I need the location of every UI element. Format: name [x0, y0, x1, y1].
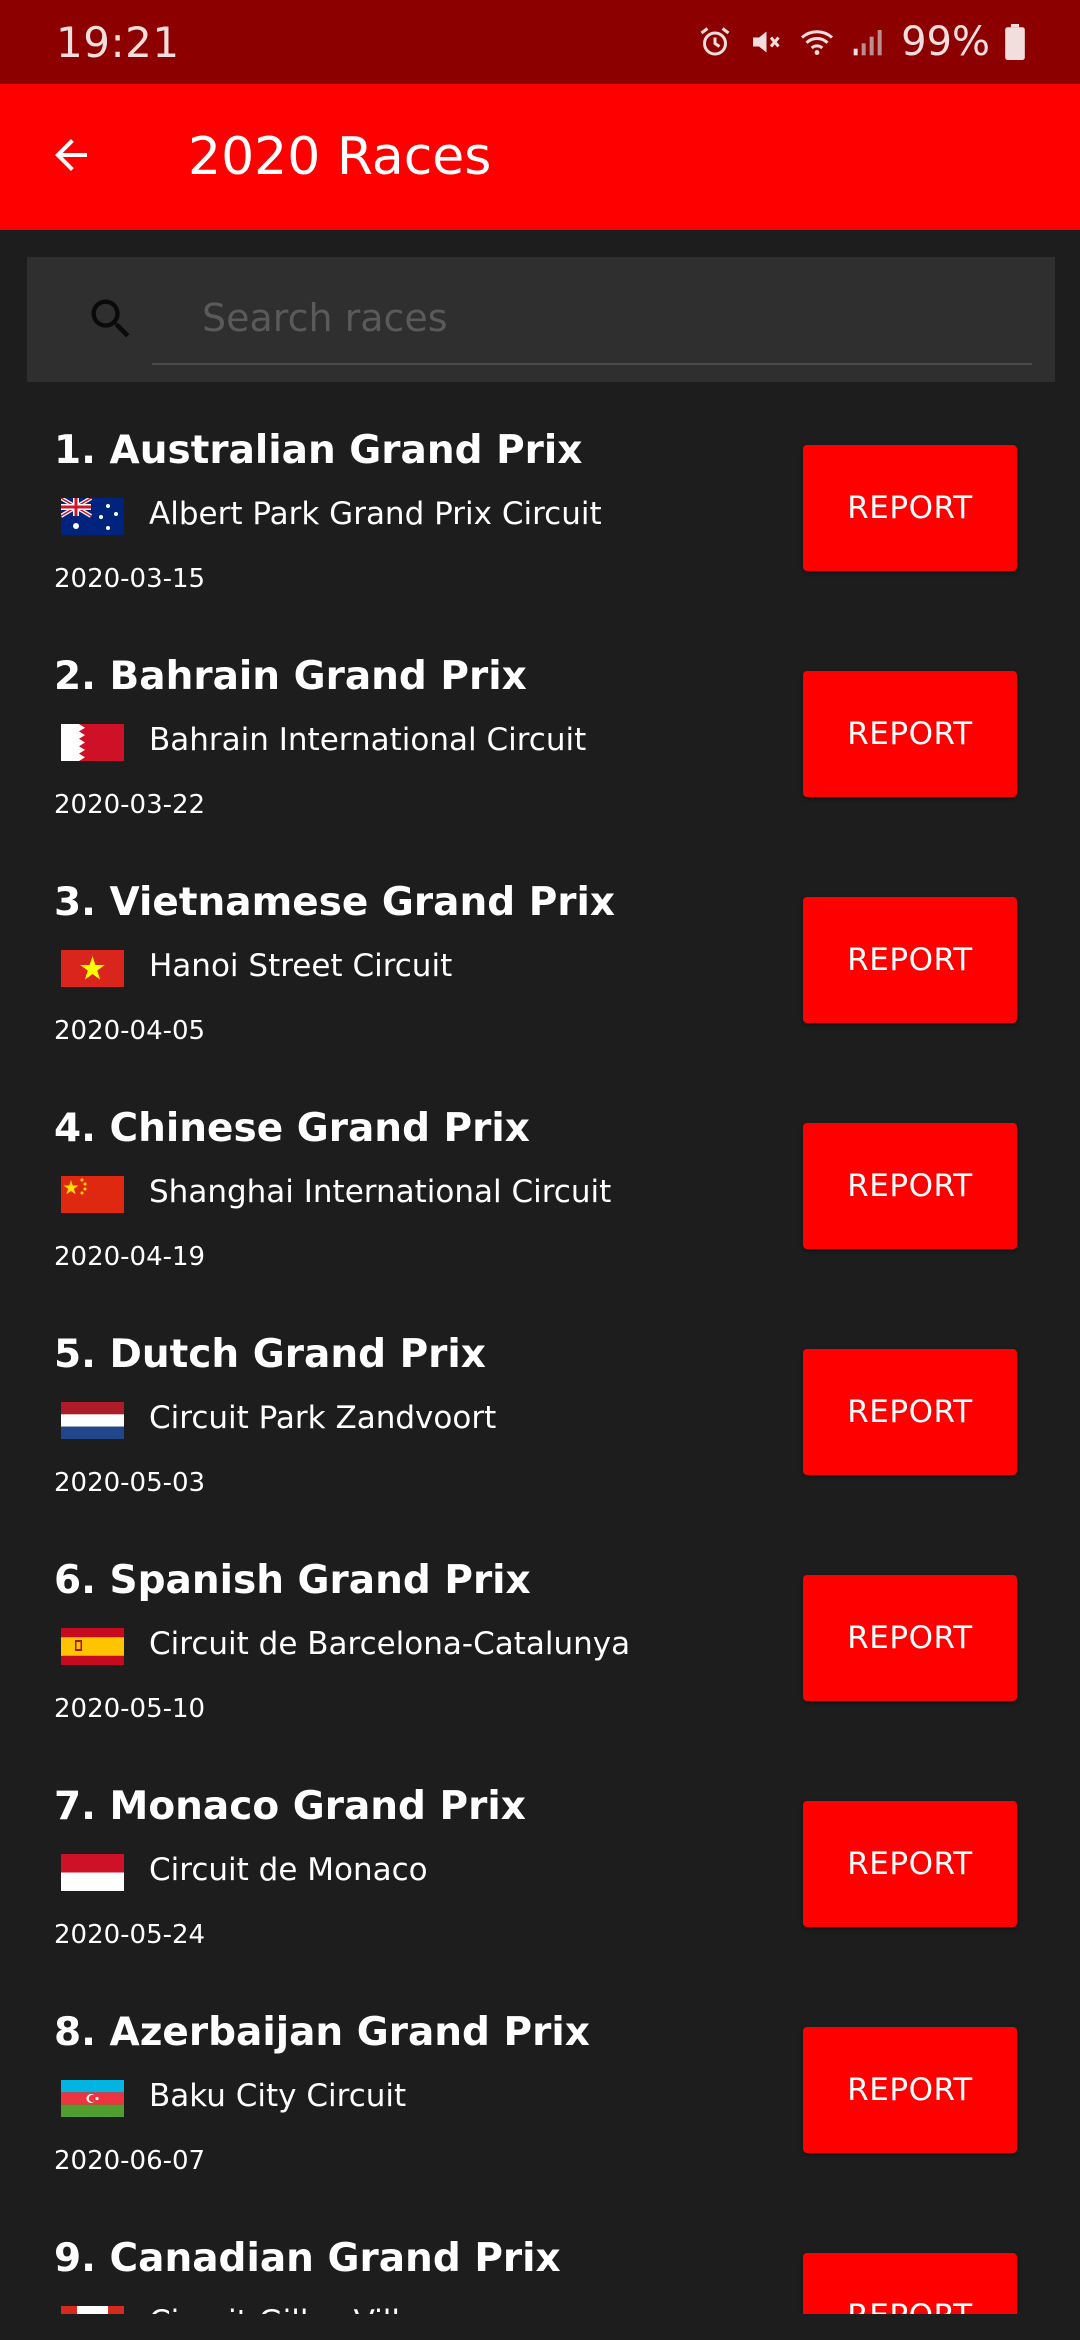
race-date: 2020-06-07 — [54, 2146, 206, 2176]
race-item: 7. Monaco Grand Prix Circuit de Monaco 2… — [0, 1756, 1080, 1982]
race-name: 5. Dutch Grand Prix — [54, 1332, 486, 1377]
status-bar: 19:21 99% — [0, 0, 1080, 84]
race-item: 8. Azerbaijan Grand Prix Baku City Circu… — [0, 1982, 1080, 2208]
race-circuit: Bahrain International Circuit — [149, 722, 587, 758]
battery-percent: 99% — [901, 19, 990, 65]
back-button[interactable] — [0, 84, 142, 230]
race-circuit: Hanoi Street Circuit — [149, 948, 453, 984]
arrow-back-icon — [47, 131, 95, 183]
report-button[interactable]: REPORT — [803, 1575, 1017, 1701]
report-button[interactable]: REPORT — [803, 1349, 1017, 1475]
netherlands-flag-icon — [61, 1402, 124, 1439]
search-input[interactable] — [152, 273, 1032, 365]
race-date: 2020-04-19 — [54, 1242, 206, 1272]
race-name: 7. Monaco Grand Prix — [54, 1784, 526, 1829]
race-item: 9. Canadian Grand Prix Circuit Gilles Vi… — [0, 2208, 1080, 2314]
report-button[interactable]: REPORT — [803, 671, 1017, 797]
report-button[interactable]: REPORT — [803, 2253, 1017, 2314]
race-circuit: Circuit Gilles Villeneuve — [149, 2304, 515, 2314]
mute-icon — [747, 24, 783, 60]
bahrain-flag-icon — [61, 724, 124, 761]
alarm-icon — [697, 24, 733, 60]
report-button[interactable]: REPORT — [803, 897, 1017, 1023]
search-icon — [85, 293, 137, 349]
report-button[interactable]: REPORT — [803, 1801, 1017, 1927]
race-item: 4. Chinese Grand Prix Shanghai Internati… — [0, 1078, 1080, 1304]
monaco-flag-icon — [61, 1854, 124, 1891]
race-item: 5. Dutch Grand Prix Circuit Park Zandvoo… — [0, 1304, 1080, 1530]
china-flag-icon — [61, 1176, 124, 1213]
race-circuit: Circuit de Monaco — [149, 1852, 428, 1888]
report-button[interactable]: REPORT — [803, 445, 1017, 571]
race-date: 2020-03-15 — [54, 564, 206, 594]
azerbaijan-flag-icon — [61, 2080, 124, 2117]
battery-icon — [1004, 24, 1026, 60]
spain-flag-icon — [61, 1628, 124, 1665]
race-item: 2. Bahrain Grand Prix Bahrain Internatio… — [0, 626, 1080, 852]
race-circuit: Albert Park Grand Prix Circuit — [149, 496, 602, 532]
race-date: 2020-05-24 — [54, 1920, 206, 1950]
canada-flag-icon — [61, 2306, 124, 2314]
race-circuit: Baku City Circuit — [149, 2078, 407, 2114]
race-date: 2020-05-10 — [54, 1694, 206, 1724]
race-name: 4. Chinese Grand Prix — [54, 1106, 530, 1151]
status-icons: 99% — [697, 19, 1026, 65]
race-date: 2020-04-05 — [54, 1016, 206, 1046]
race-item: 1. Australian Grand Prix Albert Park Gra… — [0, 400, 1080, 626]
status-time: 19:21 — [56, 17, 180, 67]
page-title: 2020 Races — [188, 127, 492, 187]
report-button[interactable]: REPORT — [803, 2027, 1017, 2153]
australia-flag-icon — [61, 498, 124, 535]
signal-icon — [851, 24, 883, 60]
race-item: 6. Spanish Grand Prix Circuit de Barcelo… — [0, 1530, 1080, 1756]
race-date: 2020-03-22 — [54, 790, 206, 820]
search-box — [27, 257, 1055, 382]
race-name: 9. Canadian Grand Prix — [54, 2236, 561, 2281]
race-name: 6. Spanish Grand Prix — [54, 1558, 531, 1603]
report-button[interactable]: REPORT — [803, 1123, 1017, 1249]
vietnam-flag-icon — [61, 950, 124, 987]
race-name: 1. Australian Grand Prix — [54, 428, 583, 473]
race-list: 1. Australian Grand Prix Albert Park Gra… — [0, 400, 1080, 2314]
race-name: 3. Vietnamese Grand Prix — [54, 880, 616, 925]
race-circuit: Circuit Park Zandvoort — [149, 1400, 497, 1436]
race-name: 2. Bahrain Grand Prix — [54, 654, 527, 699]
race-date: 2020-05-03 — [54, 1468, 206, 1498]
race-circuit: Shanghai International Circuit — [149, 1174, 612, 1210]
race-circuit: Circuit de Barcelona-Catalunya — [149, 1626, 631, 1662]
wifi-icon — [797, 24, 837, 60]
race-item: 3. Vietnamese Grand Prix Hanoi Street Ci… — [0, 852, 1080, 1078]
race-name: 8. Azerbaijan Grand Prix — [54, 2010, 590, 2055]
app-bar: 2020 Races — [0, 84, 1080, 230]
bottom-area — [0, 2314, 1080, 2340]
